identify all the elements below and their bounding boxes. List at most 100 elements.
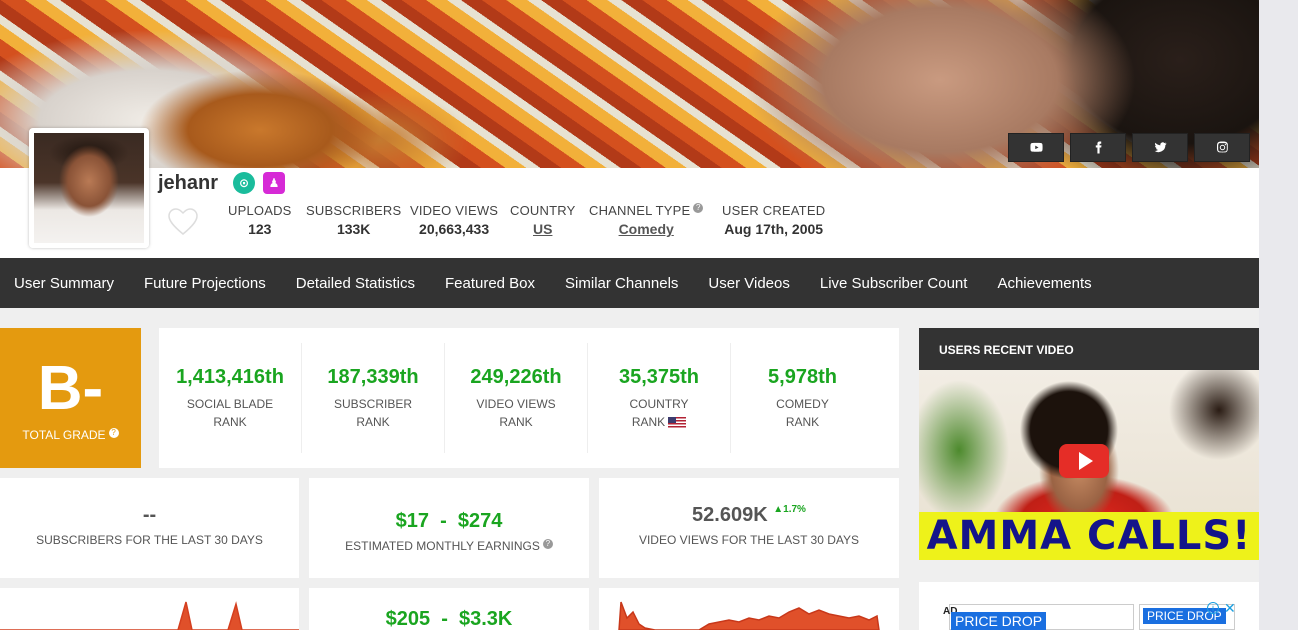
views-delta-text: 1.7%	[783, 504, 806, 515]
ad-price-drop-label[interactable]: PRICE DROP	[951, 612, 1047, 630]
country-link[interactable]: US	[510, 221, 575, 237]
nav-detailed-statistics[interactable]: Detailed Statistics	[296, 275, 415, 292]
rank-label-line: RANK	[213, 414, 247, 429]
recent-video-thumbnail[interactable]: AMMA CALLS!	[919, 370, 1259, 560]
nav-user-summary[interactable]: User Summary	[14, 275, 114, 292]
instagram-link[interactable]	[1194, 133, 1250, 162]
rank-subscriber: 187,339th SUBSCRIBER RANK	[302, 343, 445, 453]
nav-similar-channels[interactable]: Similar Channels	[565, 275, 678, 292]
monthly-earnings-label: ESTIMATED MONTHLY EARNINGS?	[309, 539, 589, 553]
recent-video-header: USERS RECENT VIDEO	[919, 328, 1259, 370]
social-links	[1008, 133, 1250, 162]
us-flag-icon	[668, 416, 687, 428]
rank-value: 187,339th	[327, 365, 419, 388]
nav-future-projections[interactable]: Future Projections	[144, 275, 266, 292]
stat-value: 123	[248, 221, 272, 237]
main-nav: User Summary Future Projections Detailed…	[0, 258, 1259, 308]
subscribers-30-days-label: SUBSCRIBERS FOR THE LAST 30 DAYS	[36, 533, 263, 547]
rank-social-blade: 1,413,416th SOCIAL BLADE RANK	[159, 343, 302, 453]
total-grade-card: B- TOTAL GRADE?	[0, 328, 141, 468]
rank-label: VIDEO VIEWS RANK	[445, 395, 587, 431]
scrollbar-track[interactable]	[1259, 0, 1298, 630]
channel-username: jehanr	[158, 172, 219, 194]
facebook-link[interactable]	[1070, 133, 1126, 162]
ad-close-icon[interactable]: ✕	[1224, 600, 1236, 617]
community-badge-icon[interactable]: ♟	[263, 172, 285, 194]
subscribers-chart	[0, 601, 299, 630]
rank-label: COUNTRY RANK	[588, 395, 730, 431]
rank-label-line: RANK	[785, 414, 820, 429]
stat-label: SUBSCRIBERS	[306, 203, 402, 218]
rank-country: 35,375th COUNTRY RANK	[588, 343, 731, 453]
views-chart	[618, 601, 880, 630]
views-chart-area	[618, 601, 880, 630]
ad-info-icon[interactable]: i	[1207, 602, 1219, 614]
partner-badge-icon[interactable]: ⊙	[233, 172, 255, 194]
stat-user-created: USER CREATED Aug 17th, 2005	[722, 203, 825, 237]
rank-video-views: 249,226th VIDEO VIEWS RANK	[445, 343, 588, 453]
stat-subscribers: SUBSCRIBERS 133K	[306, 203, 401, 237]
recent-video-caption: AMMA CALLS!	[919, 512, 1259, 560]
rank-label-line: COUNTRY	[629, 396, 689, 411]
twitter-link[interactable]	[1132, 133, 1188, 162]
yearly-earnings-value: $205 - $3.3K	[385, 608, 513, 630]
views-delta: ▲1.7%	[773, 504, 806, 515]
twitter-icon	[1154, 142, 1166, 153]
rank-label: SUBSCRIBER RANK	[302, 395, 444, 431]
stat-label: COUNTRY	[510, 203, 576, 218]
yearly-earnings-card: $205 - $3.3K	[309, 588, 589, 630]
stat-label: VIDEO VIEWS	[410, 203, 499, 218]
rank-value: 249,226th	[470, 365, 562, 388]
rank-value: 35,375th	[618, 365, 700, 388]
video-views-30-days-card: 52.609K ▲1.7% VIDEO VIEWS FOR THE LAST 3…	[599, 478, 899, 578]
rank-label-line: COMEDY	[776, 396, 829, 411]
stat-value: 20,663,433	[419, 221, 490, 237]
rank-value: 5,978th	[768, 365, 837, 388]
favorite-heart-icon[interactable]	[168, 208, 198, 236]
nav-featured-box[interactable]: Featured Box	[445, 275, 535, 292]
stat-channel-type: CHANNEL TYPE? Comedy	[589, 203, 704, 237]
rank-label-line: VIDEO VIEWS	[476, 396, 556, 411]
rank-label-line: SOCIAL BLADE	[186, 396, 274, 411]
rank-label: COMEDY RANK	[731, 395, 874, 431]
rank-value: 1,413,416th	[176, 365, 284, 388]
facebook-icon	[1095, 141, 1101, 154]
monthly-earnings-card: $17 - $274 ESTIMATED MONTHLY EARNINGS?	[309, 478, 589, 578]
grade-label-text: TOTAL GRADE	[22, 428, 106, 442]
stat-value: Aug 17th, 2005	[724, 221, 824, 237]
instagram-icon	[1216, 141, 1228, 153]
channel-type-link[interactable]: Comedy	[589, 221, 703, 237]
subscribers-30-days-card: -- SUBSCRIBERS FOR THE LAST 30 DAYS	[0, 478, 299, 578]
nav-user-videos[interactable]: User Videos	[708, 275, 789, 292]
advertisement[interactable]: AD PRICE DROP PRICE DROP i ✕	[919, 582, 1259, 630]
video-views-30-days-label: VIDEO VIEWS FOR THE LAST 30 DAYS	[638, 533, 860, 547]
nav-achievements[interactable]: Achievements	[997, 275, 1091, 292]
ranks-card: 1,413,416th SOCIAL BLADE RANK 187,339th S…	[159, 328, 899, 468]
stat-value: 133K	[336, 221, 371, 237]
grade-label: TOTAL GRADE?	[0, 428, 141, 442]
video-views-30-days-value: 52.609K ▲1.7%	[599, 504, 899, 527]
rank-label-line: RANK	[499, 414, 533, 429]
play-button-icon[interactable]	[1059, 444, 1109, 478]
stat-label: USER CREATED	[722, 203, 826, 218]
monthly-earnings-label-text: ESTIMATED MONTHLY EARNINGS	[345, 539, 540, 553]
channel-avatar	[29, 128, 149, 248]
help-icon[interactable]: ?	[108, 428, 119, 438]
views-chart-card	[599, 588, 899, 630]
nav-live-subscriber-count[interactable]: Live Subscriber Count	[820, 275, 968, 292]
subscribers-chart-card	[0, 588, 299, 630]
stat-label: CHANNEL TYPE?	[589, 203, 704, 218]
grade-letter: B-	[37, 354, 104, 423]
rank-label-line: RANK	[356, 414, 390, 429]
rank-label: SOCIAL BLADE RANK	[159, 395, 301, 431]
views-value-text: 52.609K	[692, 504, 768, 526]
stat-uploads: UPLOADS 123	[228, 203, 292, 237]
youtube-link[interactable]	[1008, 133, 1064, 162]
monthly-earnings-value: $17 - $274	[395, 510, 503, 532]
subscribers-chart-line	[0, 601, 299, 630]
help-icon[interactable]: ?	[693, 203, 704, 213]
stat-country: COUNTRY US	[510, 203, 575, 237]
rank-label-line: RANK	[631, 414, 666, 429]
subscribers-30-days-value: --	[142, 504, 157, 526]
help-icon[interactable]: ?	[542, 539, 553, 549]
